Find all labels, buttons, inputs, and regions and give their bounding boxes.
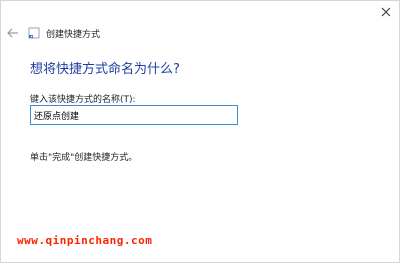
back-arrow-icon — [7, 28, 18, 38]
close-icon — [381, 7, 391, 17]
wizard-nav-row: 创建快捷方式 — [1, 23, 399, 43]
back-button[interactable] — [6, 26, 20, 40]
shortcut-wizard-icon — [28, 27, 40, 39]
create-shortcut-dialog: 创建快捷方式 想将快捷方式命名为什么? 键入该快捷方式的名称(T): 单击"完成… — [0, 0, 400, 263]
shortcut-name-input[interactable] — [30, 105, 238, 125]
watermark-text: www.qinpinchang.com — [17, 234, 153, 247]
title-bar — [1, 1, 399, 23]
page-heading: 想将快捷方式命名为什么? — [30, 62, 180, 77]
name-field-label: 键入该快捷方式的名称(T): — [30, 95, 136, 105]
close-button[interactable] — [377, 3, 395, 21]
finish-hint-text: 单击"完成"创建快捷方式。 — [30, 153, 138, 163]
wizard-title: 创建快捷方式 — [46, 29, 101, 40]
